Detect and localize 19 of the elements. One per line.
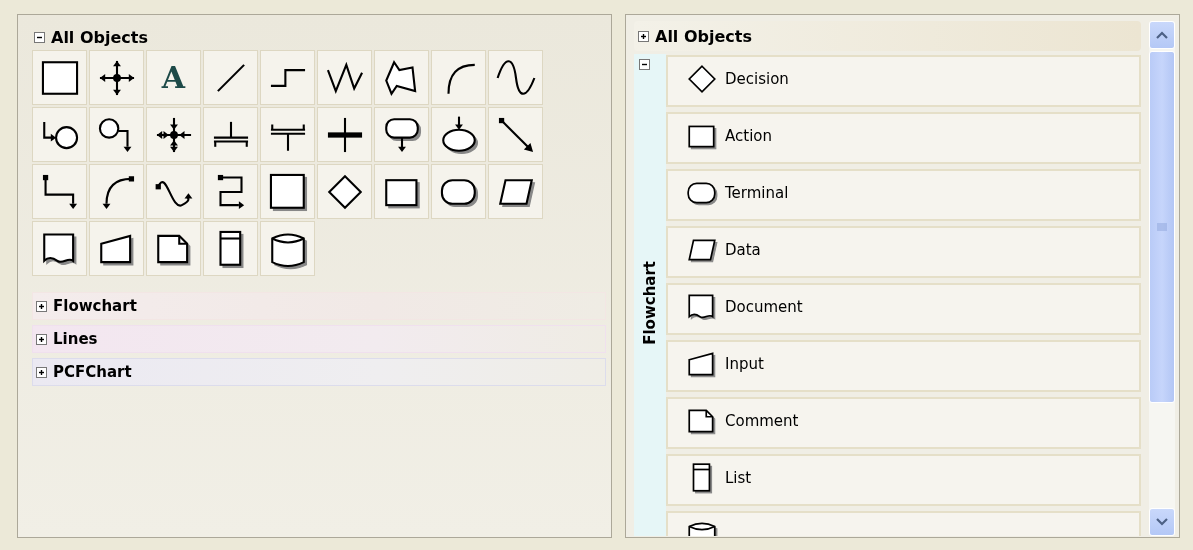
- category-title: Flowchart: [53, 297, 137, 315]
- category-title: All Objects: [51, 27, 148, 47]
- shape-item[interactable]: Input: [666, 340, 1141, 392]
- category-title: PCFChart: [53, 363, 132, 381]
- category-header[interactable]: Lines: [32, 325, 606, 353]
- shape-item[interactable]: Decision: [666, 55, 1141, 107]
- shape-item[interactable]: Document: [666, 283, 1141, 335]
- category-header[interactable]: PCFChart: [32, 358, 606, 386]
- category-header[interactable]: Flowchart: [32, 292, 606, 320]
- category-title: Lines: [53, 330, 98, 348]
- category-title: All Objects: [655, 26, 752, 46]
- letter-icon: A: [161, 62, 186, 93]
- palette-tool[interactable]: A: [146, 50, 201, 105]
- group-label: Flowchart: [641, 261, 659, 345]
- shape-item[interactable]: Action: [666, 112, 1141, 164]
- shape-item[interactable]: Terminal: [666, 169, 1141, 221]
- shape-item[interactable]: Comment: [666, 397, 1141, 449]
- shape-item[interactable]: List: [666, 454, 1141, 506]
- shape-item[interactable]: Data: [666, 226, 1141, 278]
